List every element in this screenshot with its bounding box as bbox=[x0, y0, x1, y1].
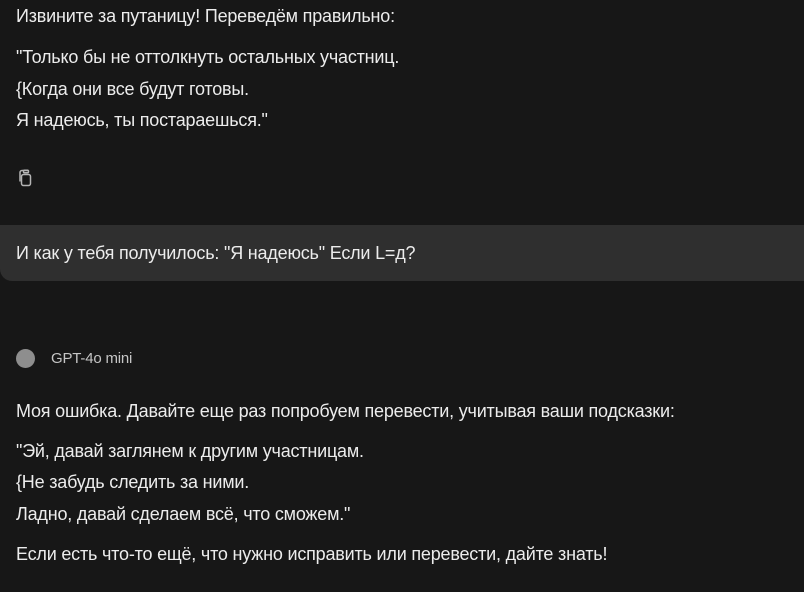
message-line: Я надеюсь, ты постараешься." bbox=[16, 110, 268, 130]
message-line: {Не забудь следить за ними. bbox=[16, 472, 250, 492]
message-outro: Если есть что-то ещё, что нужно исправит… bbox=[16, 544, 608, 564]
message-intro: Моя ошибка. Давайте еще раз попробуем пе… bbox=[16, 401, 675, 421]
copy-button[interactable] bbox=[14, 166, 38, 190]
user-message-bubble: И как у тебя получилось: "Я надеюсь" Есл… bbox=[0, 225, 804, 281]
message-line: "Эй, давай заглянем к другим участницам. bbox=[16, 441, 364, 461]
message-line: Ладно, давай сделаем всё, что сможем." bbox=[16, 504, 351, 524]
user-message-text: И как у тебя получилось: "Я надеюсь" Есл… bbox=[16, 243, 416, 263]
copy-icon bbox=[19, 169, 32, 187]
message-line: "Только бы не оттолкнуть остальных участ… bbox=[16, 47, 400, 67]
model-avatar bbox=[16, 348, 35, 368]
message-intro: Извините за путаницу! Переведём правильн… bbox=[16, 6, 395, 26]
model-name: GPT-4o mini bbox=[51, 349, 133, 367]
message-line: {Когда они все будут готовы. bbox=[16, 79, 249, 99]
model-label: GPT-4o mini bbox=[16, 347, 132, 369]
